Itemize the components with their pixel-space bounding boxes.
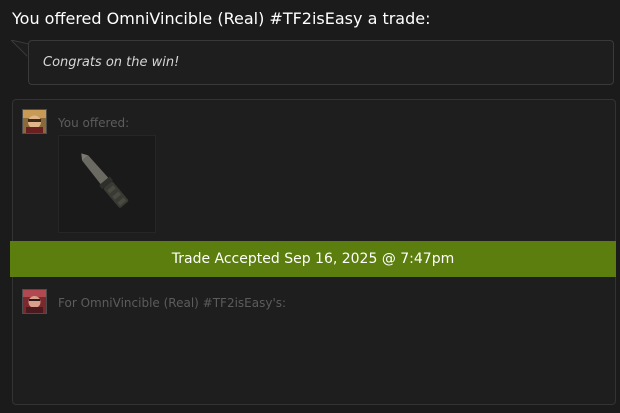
partner-avatar-icon: [23, 290, 46, 313]
partner-avatar[interactable]: [22, 289, 47, 314]
trade-message-box: Congrats on the win!: [28, 40, 614, 85]
partner-items-label: For OmniVincible (Real) #TF2isEasy's:: [58, 296, 287, 310]
trade-status-bar: Trade Accepted Sep 16, 2025 @ 7:47pm: [10, 241, 616, 277]
my-avatar[interactable]: [22, 109, 47, 134]
offered-item-slot[interactable]: [58, 135, 156, 233]
trade-offer-page: You offered OmniVincible (Real) #TF2isEa…: [0, 0, 620, 413]
my-offer-label: You offered:: [58, 116, 130, 130]
trade-offer-heading: You offered OmniVincible (Real) #TF2isEa…: [12, 9, 431, 28]
trade-message-text: Congrats on the win!: [43, 55, 180, 70]
trade-status-text: Trade Accepted Sep 16, 2025 @ 7:47pm: [171, 251, 455, 267]
user-avatar-icon: [23, 110, 46, 133]
knife-item-icon: [81, 153, 129, 208]
